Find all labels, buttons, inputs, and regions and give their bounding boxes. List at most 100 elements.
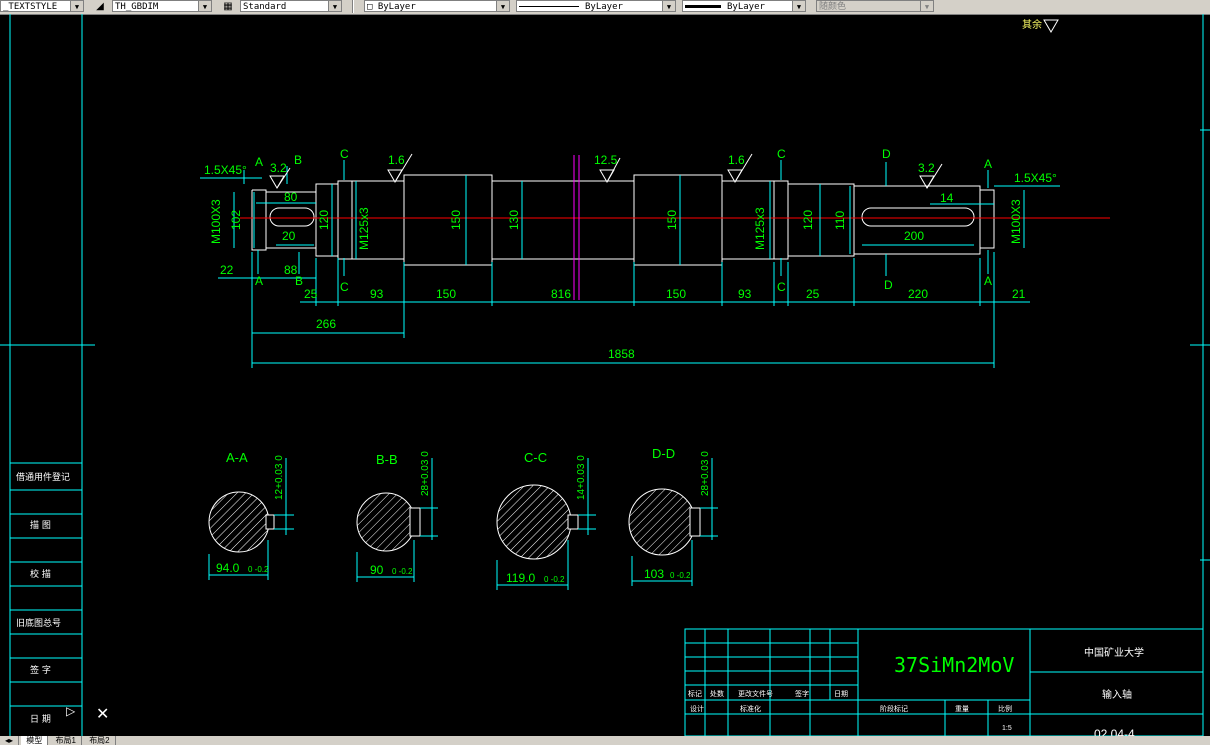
tb-drawing-no: 02.04-4 xyxy=(1094,727,1135,736)
roughness-value: 3.2 xyxy=(270,161,287,175)
section-dia-tol: 0 -0.2 xyxy=(392,567,413,576)
color-swatch-icon: □ xyxy=(367,2,378,12)
drawing-canvas[interactable]: 借通用件登记 描 图 校 描 旧底图总号 签 字 日 期 其余 3.2 1.6 … xyxy=(0,14,1210,736)
section-dia: 119.0 xyxy=(506,571,535,585)
chevron-down-icon[interactable]: ▼ xyxy=(198,1,211,11)
break-lines xyxy=(573,155,580,300)
roughness-value: 12.5 xyxy=(594,153,618,167)
table-style-select[interactable]: Standard ▼ xyxy=(240,0,342,12)
title-block xyxy=(684,628,1204,736)
dimension-style-icon[interactable]: ◢ xyxy=(92,0,108,13)
length-dim-266: 266 xyxy=(316,317,336,331)
section-marker: C xyxy=(340,147,349,161)
tb-hdr-label: 签字 xyxy=(795,689,809,698)
section-tol: 14+0.03 0 xyxy=(576,455,587,500)
lineweight-sample-icon xyxy=(685,5,721,8)
section-title: D-D xyxy=(652,446,675,461)
chevron-down-icon[interactable]: ▼ xyxy=(662,1,675,11)
color-value: ByLayer xyxy=(377,2,416,12)
diameter-label: 120 xyxy=(801,210,815,230)
lineweight-value: ByLayer xyxy=(727,2,765,12)
ucs-arrow-icon: ▷ xyxy=(66,704,76,718)
layout-tabs: ◂▸ 模型 布局1 布局2 xyxy=(0,736,1210,745)
left-panel-label: 借通用件登记 xyxy=(16,471,70,483)
length-dim-total: 1858 xyxy=(608,347,635,361)
chevron-down-icon[interactable]: ▼ xyxy=(496,1,509,11)
diameter-label: 130 xyxy=(507,210,521,230)
tab-layout2[interactable]: 布局2 xyxy=(84,736,116,745)
tb-hdr-label: 更改文件号 xyxy=(738,689,773,698)
length-dims: 22 25 93 150 816 150 93 25 220 21 266 18… xyxy=(220,263,1026,361)
linetype-sample-icon xyxy=(519,6,579,7)
length-dim: 93 xyxy=(370,287,384,301)
section-dia-tol: 0 -0.2 xyxy=(544,575,565,584)
chevron-down-icon[interactable]: ▼ xyxy=(70,1,83,11)
roughness-value: 1.6 xyxy=(728,153,745,167)
section-title: A-A xyxy=(226,450,248,465)
section-tol: 12+0.03 0 xyxy=(274,455,285,500)
length-dim: 21 xyxy=(1012,287,1026,301)
left-panel-labels: 借通用件登记 描 图 校 描 旧底图总号 签 字 日 期 xyxy=(16,471,70,725)
tab-nav-icon[interactable]: ◂▸ xyxy=(0,736,20,745)
tab-layout1[interactable]: 布局1 xyxy=(51,736,82,745)
plot-style-select[interactable]: 随颜色 ▼ xyxy=(816,0,934,12)
diameter-labels: M100X3 102 120 M125x3 150 130 150 M125x3… xyxy=(209,199,1023,250)
chevron-down-icon[interactable]: ▼ xyxy=(792,1,805,11)
drawing-frame xyxy=(0,14,1210,736)
roughness-other-label: 其余 xyxy=(1022,18,1042,31)
roughness-value: 1.6 xyxy=(388,153,405,167)
dimension-lines xyxy=(200,160,1060,368)
section-marker: A xyxy=(255,274,263,288)
linetype-select[interactable]: ByLayer ▼ xyxy=(516,0,676,12)
tb-scale: 1:5 xyxy=(1002,725,1012,732)
dim-style-select[interactable]: TH_GBDIM ▼ xyxy=(112,0,212,12)
tb-row-label: 阶段标记 xyxy=(880,704,908,713)
left-panel-label: 旧底图总号 xyxy=(16,617,61,629)
toolbar-separator xyxy=(352,0,354,13)
table-style-value: Standard xyxy=(243,2,287,12)
left-panel-label: 签 字 xyxy=(30,664,51,676)
diameter-label: 150 xyxy=(665,210,679,230)
text-style-select[interactable]: _TEXTSTYLE ▼ xyxy=(0,0,84,12)
left-panel-label: 描 图 xyxy=(30,519,51,531)
linetype-value: ByLayer xyxy=(585,2,623,12)
chevron-down-icon[interactable]: ▼ xyxy=(328,1,341,11)
left-panel-label: 日 期 xyxy=(30,714,51,725)
keyway-dim: 14 xyxy=(940,191,954,205)
roughness-value: 3.2 xyxy=(918,161,935,175)
length-dim: 93 xyxy=(738,287,752,301)
section-marker: C xyxy=(777,147,786,161)
section-dia-tol: 0 -0.2 xyxy=(248,565,269,574)
section-tol: 28+0.03 0 xyxy=(420,451,431,496)
cad-drawing: 借通用件登记 描 图 校 描 旧底图总号 签 字 日 期 其余 3.2 1.6 … xyxy=(0,14,1210,736)
chamfer-right: 1.5X45° xyxy=(1014,171,1057,185)
keyway-dims: 80 20 88 14 200 xyxy=(282,190,954,277)
diameter-label: M125x3 xyxy=(357,207,371,250)
tb-hdr-label: 处数 xyxy=(710,689,724,698)
diameter-label: M125x3 xyxy=(753,207,767,250)
lineweight-select[interactable]: ByLayer ▼ xyxy=(682,0,806,12)
table-style-icon[interactable]: ▦ xyxy=(220,0,236,13)
section-marker: A xyxy=(984,274,992,288)
roughness-other: 其余 xyxy=(1022,18,1059,33)
tb-row-label: 比例 xyxy=(998,704,1012,713)
section-marker: A xyxy=(255,155,263,169)
tb-part-name: 输入轴 xyxy=(1102,688,1132,701)
diameter-label: 102 xyxy=(229,210,243,230)
tab-model[interactable]: 模型 xyxy=(21,736,49,745)
section-title: B-B xyxy=(376,452,398,467)
chamfer-left: 1.5X45° xyxy=(204,163,247,177)
length-dim: 25 xyxy=(304,287,318,301)
ucs-icon: ✕ xyxy=(96,706,110,723)
color-select[interactable]: □ ByLayer ▼ xyxy=(364,0,510,12)
left-panel-label: 校 描 xyxy=(30,568,51,580)
chevron-down-icon[interactable]: ▼ xyxy=(920,1,933,11)
section-marker: A xyxy=(984,157,992,171)
tb-material: 37SiMn2MoV xyxy=(894,653,1014,677)
diameter-label: M100X3 xyxy=(209,199,223,244)
section-dia-tol: 0 -0.2 xyxy=(670,571,691,580)
section-marker: B xyxy=(294,153,302,167)
section-marker: C xyxy=(340,280,349,294)
tb-row-label: 设计 xyxy=(690,704,704,713)
section-dia: 90 xyxy=(370,563,384,577)
